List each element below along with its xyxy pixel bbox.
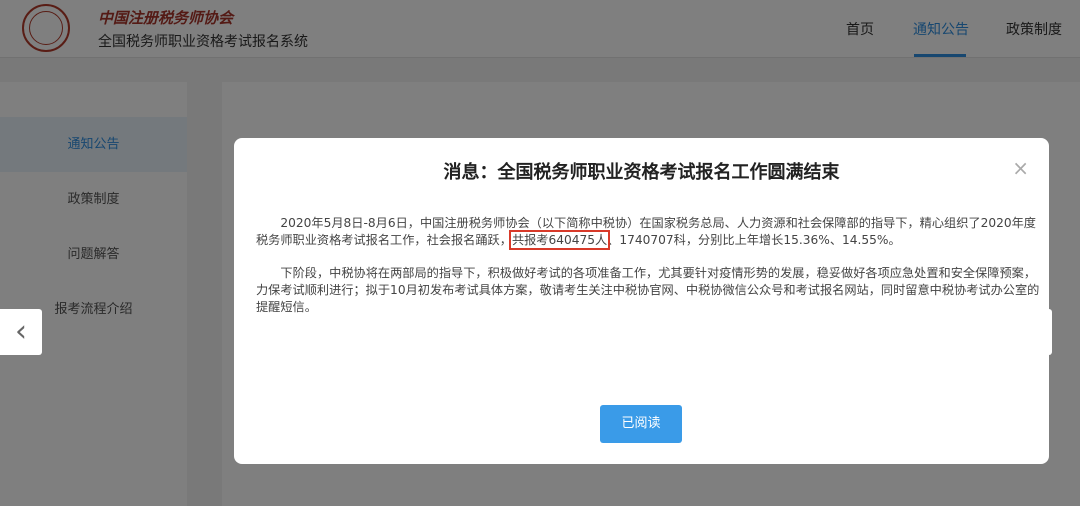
carousel-prev-button[interactable]: ‹	[0, 309, 42, 355]
mark-read-button[interactable]: 已阅读	[600, 405, 682, 443]
modal-paragraph-2: 下阶段，中税协将在两部局的指导下，积极做好考试的各项准备工作，尤其要针对疫情形势…	[256, 266, 1040, 314]
close-icon[interactable]: ×	[1012, 156, 1029, 180]
modal-title: 消息：全国税务师职业资格考试报名工作圆满结束	[443, 162, 840, 183]
notice-modal: 消息：全国税务师职业资格考试报名工作圆满结束 × 2020年5月8日-8月6日，…	[234, 138, 1049, 464]
chevron-left-icon: ‹	[15, 314, 27, 349]
paragraph-1-text-end: 、1740707科，分别比上年增长15.36%、14.55%。	[607, 233, 901, 247]
highlighted-applicant-count: 共报考640475人	[508, 230, 611, 250]
modal-paragraph-1: 2020年5月8日-8月6日，中国注册税务师协会（以下简称中税协）在国家税务总局…	[256, 215, 1046, 250]
